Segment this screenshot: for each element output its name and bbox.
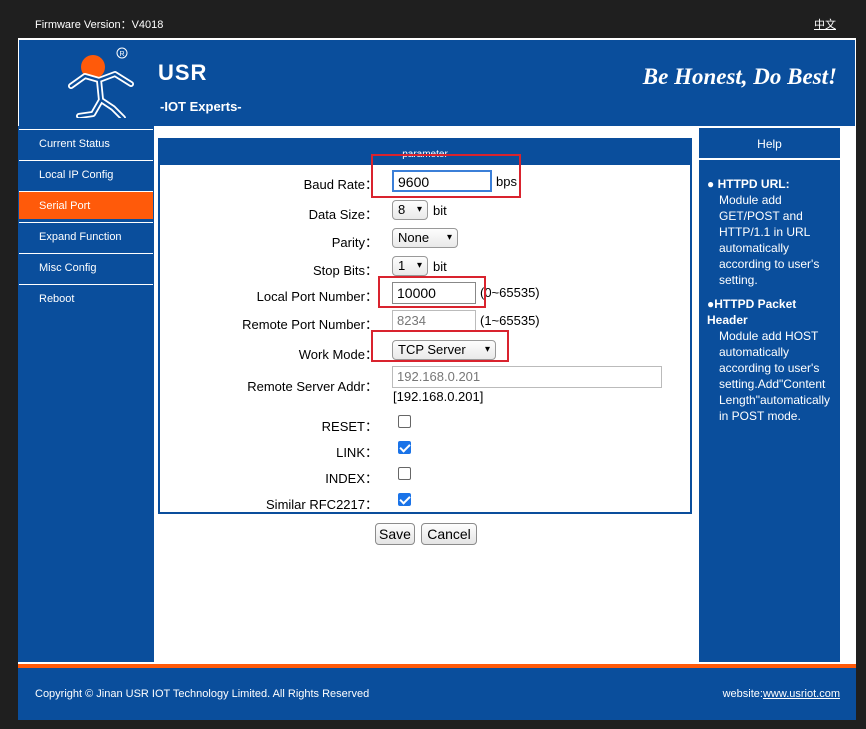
local-port-range: (0~65535)	[480, 285, 540, 300]
remote-addr-row: Remote Server Addr： 192.168.0.201 [192.1…	[160, 366, 690, 406]
sidebar: Current Status Local IP Config Serial Po…	[18, 126, 154, 662]
local-port-label: Local Port Number：	[256, 289, 378, 304]
serial-port-form: parameter Baud Rate： 9600 bps Data Size：…	[158, 138, 692, 514]
work-mode-select[interactable]: TCP Server ▾	[392, 340, 496, 360]
remote-addr-label: Remote Server Addr：	[247, 379, 378, 394]
work-mode-row: Work Mode： TCP Server ▾	[160, 340, 690, 364]
remote-port-label: Remote Port Number：	[242, 317, 378, 332]
remote-addr-input[interactable]: 192.168.0.201	[392, 366, 662, 388]
page: R USR -IOT Experts- Be Honest, Do Best! …	[18, 38, 856, 720]
remote-addr-note: [192.168.0.201]	[393, 389, 484, 404]
reset-checkbox[interactable]	[398, 415, 411, 428]
baud-rate-row: Baud Rate： 9600 bps	[160, 170, 690, 194]
parity-label: Parity：	[331, 235, 378, 250]
website-label: website:	[722, 688, 763, 700]
link-checkbox[interactable]	[398, 441, 411, 454]
work-mode-value: TCP Server	[398, 342, 466, 357]
reset-label: RESET：	[321, 419, 378, 434]
copyright-text: Copyright © Jinan USR IOT Technology Lim…	[35, 688, 370, 700]
parity-value: None	[398, 230, 430, 245]
sidebar-item-current-status[interactable]: Current Status	[19, 129, 153, 157]
link-label: LINK：	[336, 445, 378, 460]
data-size-value: 8	[398, 202, 406, 217]
data-size-unit: bit	[433, 203, 447, 218]
baud-rate-label: Baud Rate：	[303, 177, 378, 192]
remote-port-range: (1~65535)	[480, 313, 540, 328]
brand-subtitle: -IOT Experts-	[160, 99, 242, 114]
baud-rate-input[interactable]: 9600	[392, 170, 492, 192]
stop-bits-value: 1	[398, 258, 406, 273]
help-panel: Help ● HTTPD URL: Module add GET/POST an…	[699, 128, 840, 662]
index-row: INDEX：	[160, 464, 690, 488]
local-port-row: Local Port Number： 10000 (0~65535)	[160, 282, 690, 306]
stop-bits-label: Stop Bits：	[312, 263, 378, 278]
website: website:www.usriot.com	[723, 688, 840, 700]
sidebar-item-reboot[interactable]: Reboot	[19, 284, 153, 312]
chevron-down-icon: ▾	[446, 232, 452, 243]
sidebar-item-expand-function[interactable]: Expand Function	[19, 222, 153, 250]
help-title: Help	[699, 128, 840, 160]
chevron-down-icon: ▾	[416, 204, 422, 215]
help-item-text: Module add HOST automatically according …	[719, 329, 830, 423]
stop-bits-unit: bit	[433, 259, 447, 274]
help-item-title: ●HTTPD Packet Header	[707, 297, 797, 327]
local-port-input[interactable]: 10000	[392, 282, 476, 304]
data-size-select[interactable]: 8 ▾	[392, 200, 428, 220]
data-size-row: Data Size： 8 ▾ bit	[160, 200, 690, 224]
stop-bits-select[interactable]: 1 ▾	[392, 256, 428, 276]
brand-name: USR	[158, 60, 208, 85]
sidebar-item-local-ip-config[interactable]: Local IP Config	[19, 160, 153, 188]
cancel-button[interactable]: Cancel	[421, 523, 477, 545]
reset-row: RESET：	[160, 412, 690, 436]
stop-bits-row: Stop Bits： 1 ▾ bit	[160, 256, 690, 280]
header-banner: R USR -IOT Experts- Be Honest, Do Best!	[19, 40, 855, 126]
sidebar-item-serial-port[interactable]: Serial Port	[19, 191, 153, 219]
firmware-version: Firmware Version：V4018	[35, 19, 164, 31]
rfc2217-row: Similar RFC2217：	[160, 490, 690, 514]
rfc2217-label: Similar RFC2217：	[266, 497, 378, 512]
footer: Copyright © Jinan USR IOT Technology Lim…	[18, 664, 856, 720]
work-mode-label: Work Mode：	[298, 347, 378, 362]
svg-text:R: R	[119, 51, 124, 58]
baud-rate-unit: bps	[496, 174, 517, 189]
sidebar-item-misc-config[interactable]: Misc Config	[19, 253, 153, 281]
help-item-title: ● HTTPD URL:	[707, 177, 790, 191]
parity-row: Parity： None ▾	[160, 228, 690, 252]
slogan: Be Honest, Do Best!	[642, 64, 837, 89]
index-checkbox[interactable]	[398, 467, 411, 480]
help-body: ● HTTPD URL: Module add GET/POST and HTT…	[707, 176, 837, 432]
language-link[interactable]: 中文	[814, 16, 836, 32]
top-bar: Firmware Version：V4018 中文	[18, 10, 856, 38]
link-row: LINK：	[160, 438, 690, 462]
remote-port-row: Remote Port Number： 8234 (1~65535)	[160, 310, 690, 334]
remote-port-input[interactable]: 8234	[392, 310, 476, 332]
chevron-down-icon: ▾	[416, 260, 422, 271]
rfc2217-checkbox[interactable]	[398, 493, 411, 506]
section-title: parameter	[160, 140, 690, 165]
usr-logo-icon: R	[35, 44, 153, 121]
chevron-down-icon: ▾	[484, 344, 490, 355]
data-size-label: Data Size：	[308, 207, 378, 222]
help-item-text: Module add GET/POST and HTTP/1.1 in URL …	[719, 193, 820, 287]
parity-select[interactable]: None ▾	[392, 228, 458, 248]
website-link[interactable]: www.usriot.com	[763, 688, 840, 700]
save-button[interactable]: Save	[375, 523, 415, 545]
index-label: INDEX：	[325, 471, 378, 486]
